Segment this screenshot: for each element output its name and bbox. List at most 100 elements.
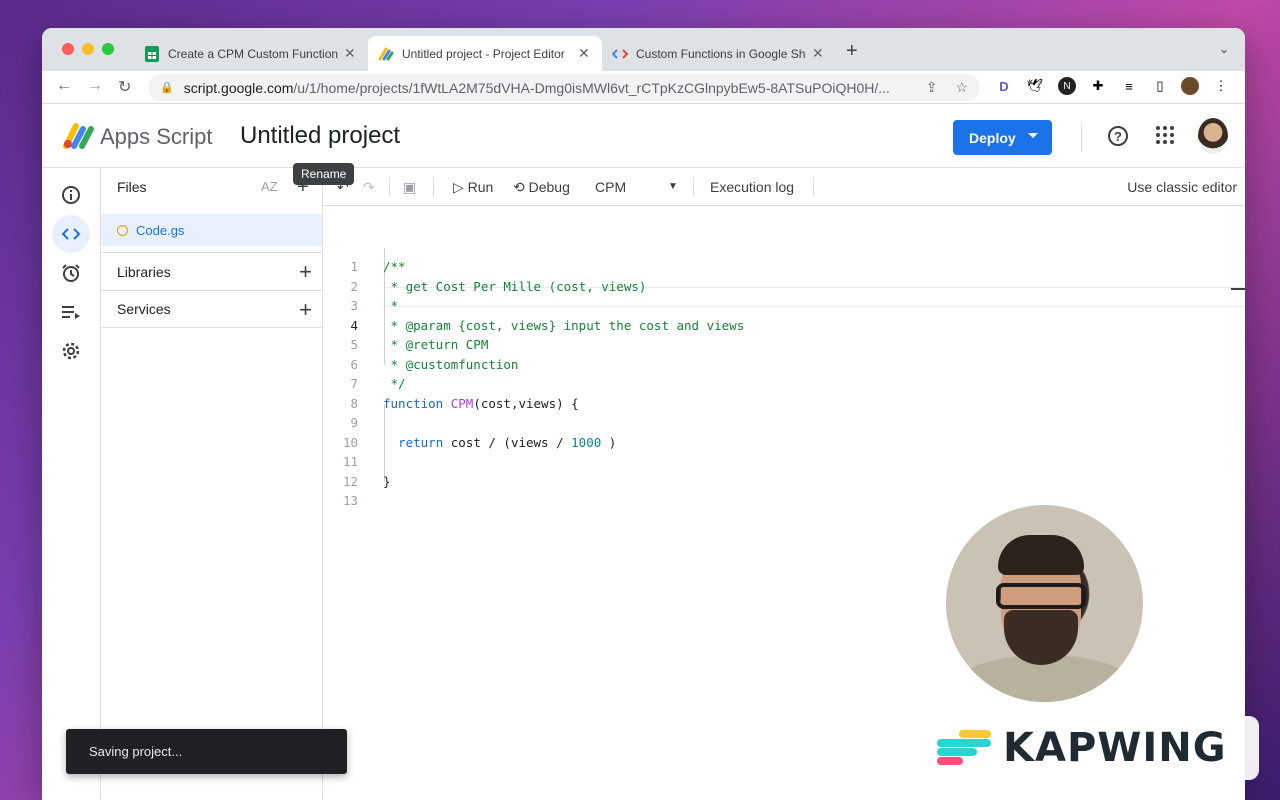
code-line[interactable]: 5 * @return CPM bbox=[323, 337, 1223, 357]
services-section[interactable]: Services + bbox=[101, 290, 322, 328]
code-line[interactable]: 9 bbox=[323, 415, 1223, 435]
app-header: Apps Script Untitled project Deploy ? bbox=[42, 104, 1245, 168]
url-path: /u/1/home/projects/1fWtLA2M75dVHA-Dmg0is… bbox=[293, 79, 890, 96]
redo-icon[interactable]: ↷ bbox=[363, 179, 375, 196]
code-text: function CPM(cost,views) { bbox=[383, 395, 579, 411]
apps-grid-icon[interactable] bbox=[1156, 126, 1174, 144]
code-line[interactable]: 7 */ bbox=[323, 376, 1223, 396]
maximize-window-button[interactable] bbox=[102, 43, 114, 55]
executions-icon[interactable] bbox=[52, 293, 90, 331]
close-tab-icon[interactable]: ✕ bbox=[812, 45, 824, 62]
files-title: Files bbox=[117, 179, 147, 195]
new-tab-icon[interactable]: + bbox=[846, 40, 858, 63]
back-icon[interactable]: ← bbox=[56, 77, 72, 95]
code-line[interactable]: 11 bbox=[323, 454, 1223, 474]
file-icon bbox=[117, 224, 128, 236]
code-text: * @customfunction bbox=[383, 356, 519, 372]
line-number: 11 bbox=[342, 454, 358, 469]
libraries-label: Libraries bbox=[117, 263, 171, 280]
close-window-button[interactable] bbox=[62, 43, 74, 55]
caret-down-icon bbox=[1028, 133, 1038, 138]
browser-toolbar: ← → ↻ 🔒 script.google.com/u/1/home/proje… bbox=[42, 71, 1245, 104]
kapwing-wordmark: KAPWING bbox=[1003, 725, 1227, 771]
code-line[interactable]: 13 bbox=[323, 493, 1223, 513]
save-icon[interactable]: ▣ bbox=[403, 179, 416, 196]
code-text: * @param {cost, views} input the cost an… bbox=[383, 317, 745, 333]
libraries-section[interactable]: Libraries + bbox=[101, 252, 322, 290]
help-icon[interactable]: ? bbox=[1108, 126, 1128, 146]
code-line[interactable]: 1 /** bbox=[323, 259, 1223, 279]
divider bbox=[813, 177, 814, 197]
divider bbox=[389, 177, 390, 197]
kapwing-watermark: KAPWING bbox=[923, 716, 1259, 780]
line-number: 7 bbox=[350, 376, 358, 391]
line-number: 1 bbox=[350, 259, 358, 274]
line-number: 13 bbox=[342, 493, 358, 508]
browser-tab-3[interactable]: Custom Functions in Google Sheets ✕ bbox=[602, 36, 834, 71]
info-icon[interactable] bbox=[52, 176, 90, 214]
share-icon[interactable]: ⇪ bbox=[926, 79, 938, 96]
chevron-down-icon[interactable]: ⌄ bbox=[1219, 42, 1229, 56]
project-title[interactable]: Untitled project bbox=[240, 122, 400, 150]
code-line[interactable]: 4 * @param {cost, views} input the cost … bbox=[323, 318, 1223, 338]
saving-toast: Saving project... bbox=[66, 729, 347, 774]
file-item-code-gs[interactable]: Code.gs bbox=[101, 214, 322, 246]
profile-avatar[interactable] bbox=[1181, 77, 1199, 95]
apps-script-icon bbox=[378, 46, 394, 62]
code-line[interactable]: 3 * bbox=[323, 298, 1223, 318]
deploy-button[interactable]: Deploy bbox=[953, 120, 1052, 155]
use-classic-editor-button[interactable]: Use classic editor bbox=[1127, 179, 1237, 195]
line-number: 5 bbox=[350, 337, 358, 352]
sort-icon[interactable]: AZ bbox=[261, 179, 278, 194]
code-editor-icon[interactable] bbox=[52, 215, 90, 253]
debug-label: Debug bbox=[528, 179, 570, 195]
code-editor[interactable]: 1 /** 2 * get Cost Per Mille (cost, views)… bbox=[323, 206, 1245, 800]
extension-bird-icon[interactable]: 🕊 bbox=[1026, 77, 1044, 95]
url-host: script.google.com bbox=[183, 79, 294, 96]
file-name: Code.gs bbox=[136, 222, 185, 238]
execution-log-button[interactable]: Execution log bbox=[710, 179, 794, 195]
code-line[interactable]: 12} bbox=[323, 474, 1223, 494]
files-panel: Files AZ + Code.gs Libraries + Services … bbox=[101, 168, 323, 800]
close-tab-icon[interactable]: ✕ bbox=[344, 45, 356, 62]
code-text: * get Cost Per Mille (cost, views) bbox=[383, 278, 647, 294]
function-select[interactable]: CPM bbox=[595, 179, 626, 195]
extension-d-icon[interactable]: D bbox=[995, 77, 1013, 95]
deploy-label: Deploy bbox=[969, 129, 1016, 146]
divider bbox=[433, 177, 434, 197]
add-service-icon[interactable]: + bbox=[299, 297, 312, 323]
scrollbar-marker[interactable] bbox=[1231, 288, 1245, 290]
debug-button[interactable]: ⟲ Debug bbox=[513, 179, 570, 196]
extensions-icon[interactable]: ✚ bbox=[1089, 77, 1107, 95]
code-line[interactable]: 2 * get Cost Per Mille (cost, views) bbox=[323, 279, 1223, 299]
divider bbox=[1081, 124, 1082, 152]
code-line[interactable]: 8 function CPM(cost,views) { bbox=[323, 396, 1223, 416]
code-icon bbox=[612, 46, 628, 62]
avatar[interactable] bbox=[1198, 118, 1228, 154]
media-icon[interactable]: ≡ bbox=[1120, 77, 1138, 95]
close-tab-icon[interactable]: ✕ bbox=[578, 45, 590, 62]
address-bar[interactable]: 🔒 script.google.com/u/1/home/projects/1f… bbox=[148, 74, 980, 101]
line-number: 9 bbox=[350, 415, 358, 430]
minimize-window-button[interactable] bbox=[82, 43, 94, 55]
forward-icon[interactable]: → bbox=[87, 77, 103, 95]
browser-tab-2[interactable]: Untitled project - Project Editor ✕ bbox=[368, 36, 602, 71]
left-rail bbox=[42, 168, 101, 800]
line-number: 4 bbox=[350, 317, 358, 333]
run-button[interactable]: ▷ Run bbox=[453, 179, 493, 196]
dropdown-caret-icon[interactable]: ▼ bbox=[668, 181, 678, 192]
editor-toolbar: ↶ ↷ ▣ ▷ Run ⟲ Debug CPM ▼ Execution log … bbox=[323, 168, 1245, 206]
code-line[interactable]: 6 * @customfunction bbox=[323, 357, 1223, 377]
reload-icon[interactable]: ↻ bbox=[118, 77, 131, 97]
star-icon[interactable]: ☆ bbox=[955, 79, 968, 96]
rename-tooltip: Rename bbox=[293, 163, 355, 185]
add-library-icon[interactable]: + bbox=[299, 259, 312, 285]
code-line[interactable]: 10 return cost / (views / 1000 ) bbox=[323, 435, 1223, 455]
tab-title: Untitled project - Project Editor bbox=[402, 46, 565, 61]
extension-n-icon[interactable]: N bbox=[1058, 77, 1076, 95]
side-panel-icon[interactable]: ▯ bbox=[1151, 77, 1169, 95]
browser-tab-1[interactable]: Create a CPM Custom Function ✕ bbox=[134, 36, 366, 71]
alarm-clock-icon[interactable] bbox=[52, 254, 90, 292]
more-vert-icon[interactable]: ⋮ bbox=[1212, 77, 1230, 95]
gear-icon[interactable] bbox=[52, 332, 90, 370]
